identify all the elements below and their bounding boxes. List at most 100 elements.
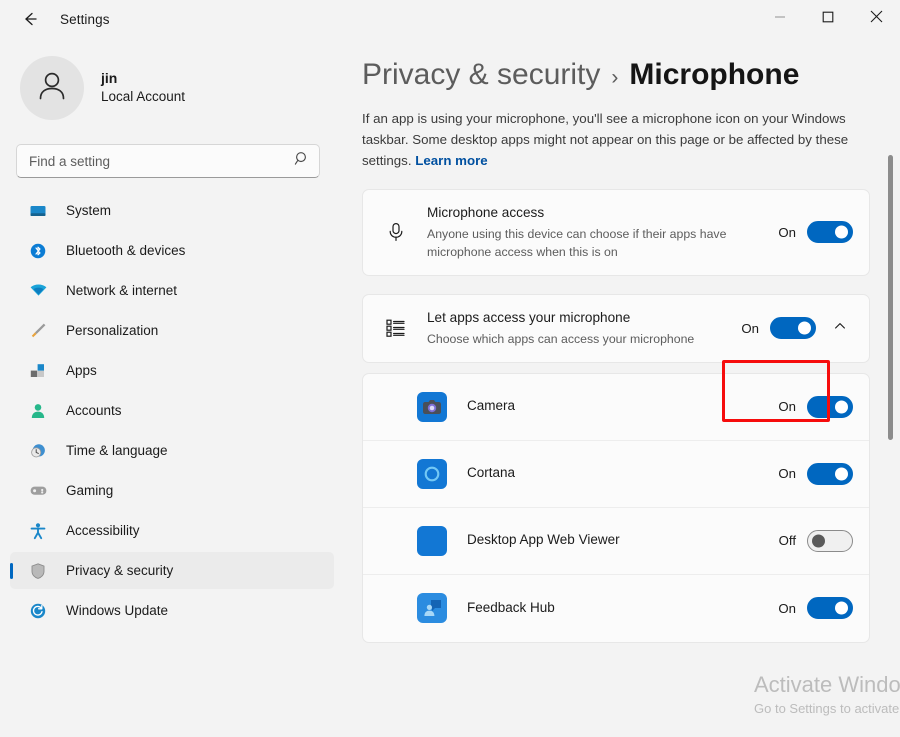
close-icon [870,10,883,28]
app-toggle-state: On [778,466,796,482]
sidebar-item-system[interactable]: System [10,192,334,229]
microphone-access-trailing: On [776,221,853,244]
microphone-access-toggle[interactable] [807,221,853,244]
feedback-hub-icon [417,593,447,624]
app-name: Camera [467,398,516,414]
account-icon [28,401,48,421]
toggle-knob [835,225,848,239]
let-apps-access-texts: Let apps access your microphone Choose w… [427,309,739,348]
accessibility-icon [28,521,48,541]
table-row[interactable]: Cortana On [363,441,869,508]
app-toggle-group: On [776,395,853,418]
table-row[interactable]: Feedback Hub On [363,575,869,642]
desktop-app-web-viewer-icon [417,525,447,556]
microphone-access-texts: Microphone access Anyone using this devi… [427,204,776,261]
sidebar-item-label: System [66,203,112,218]
let-apps-access-toggle[interactable] [770,317,816,340]
sidebar-item-network-internet[interactable]: Network & internet [10,272,334,309]
let-apps-access-row[interactable]: Let apps access your microphone Choose w… [363,295,869,362]
toggle-knob [835,400,848,414]
app-toggle[interactable] [807,597,853,620]
sidebar-item-label: Accessibility [66,523,140,538]
app-permission-list: Camera On Cortana On Desktop App Web Vie… [362,372,870,643]
camera-app-icon [417,391,447,422]
sidebar-item-personalization[interactable]: Personalization [10,312,334,349]
scrollbar-thumb[interactable] [888,155,893,440]
cortana-app-icon [417,458,447,489]
paintbrush-icon [28,321,48,341]
search-container [16,144,320,178]
back-button[interactable] [14,3,46,35]
app-toggle-state: On [778,600,796,616]
microphone-access-toggle-state: On [778,224,796,240]
monitor-icon [28,201,48,221]
sidebar-item-label: Personalization [66,323,159,338]
minimize-icon [774,10,786,28]
microphone-icon [383,221,409,243]
page-title: Microphone [629,58,800,91]
microphone-access-row[interactable]: Microphone access Anyone using this devi… [363,190,869,275]
window-title: Settings [60,11,110,27]
maximize-icon [822,10,834,28]
table-row[interactable]: Desktop App Web Viewer Off [363,508,869,575]
sidebar-item-label: Time & language [66,443,168,458]
sidebar-item-accessibility[interactable]: Accessibility [10,512,334,549]
settings-window: Settings jin Local Account Find a settin… [0,0,900,737]
microphone-access-title: Microphone access [427,205,545,220]
bluetooth-icon [28,241,48,261]
apps-icon [28,361,48,381]
account-text: jin Local Account [101,69,185,106]
account-card[interactable]: jin Local Account [20,56,340,120]
breadcrumb-parent[interactable]: Privacy & security [362,58,600,92]
minimize-button[interactable] [756,0,804,38]
sidebar-item-gaming[interactable]: Gaming [10,472,334,509]
navigation-list: System Bluetooth & devices Network & int… [0,192,340,629]
sidebar-item-privacy-security[interactable]: Privacy & security [10,552,334,589]
app-toggle[interactable] [807,395,853,418]
toggle-knob [798,321,811,335]
app-toggle-group: Off [776,529,853,552]
sidebar-item-windows-update[interactable]: Windows Update [10,592,334,629]
let-apps-access-title: Let apps access your microphone [427,309,631,325]
back-arrow-icon [21,10,39,28]
clock-globe-icon [28,441,48,461]
sidebar-item-label: Network & internet [66,283,178,298]
close-button[interactable] [852,0,900,38]
avatar [20,56,84,120]
app-toggle[interactable] [807,462,853,485]
app-toggle-state: On [778,399,796,415]
toggle-knob [835,467,848,481]
toggle-knob [812,534,825,548]
title-bar: Settings [0,0,900,38]
let-apps-access-card: Let apps access your microphone Choose w… [362,293,870,363]
sidebar-item-label: Accounts [66,403,122,418]
sidebar-item-time-language[interactable]: Time & language [10,432,334,469]
let-apps-access-toggle-state: On [741,320,759,336]
window-controls [756,0,900,38]
list-icon [383,318,409,338]
sidebar-item-apps[interactable]: Apps [10,352,334,389]
table-row[interactable]: Camera On [363,374,869,441]
account-type: Local Account [101,89,186,105]
breadcrumb: Privacy & security › Microphone [362,58,900,92]
account-name: jin [101,70,118,87]
toggle-knob [835,601,848,615]
microphone-access-card: Microphone access Anyone using this devi… [362,189,870,276]
refresh-icon [28,601,48,621]
app-toggle-state: Off [778,533,796,549]
sidebar: jin Local Account Sy [0,38,340,737]
sidebar-item-label: Privacy & security [66,563,174,578]
expand-collapse-button[interactable] [827,315,853,341]
search-input[interactable] [16,144,320,178]
app-toggle[interactable] [807,529,853,552]
sidebar-item-bluetooth-devices[interactable]: Bluetooth & devices [10,232,334,269]
person-avatar-icon [32,66,72,111]
maximize-button[interactable] [804,0,852,38]
learn-more-link[interactable]: Learn more [415,153,487,168]
sidebar-item-label: Apps [66,363,97,378]
microphone-access-subtitle: Anyone using this device can choose if t… [427,226,727,259]
sidebar-item-accounts[interactable]: Accounts [10,392,334,429]
sidebar-item-label: Bluetooth & devices [66,243,186,258]
content-scrollbar[interactable] [884,38,896,737]
breadcrumb-separator-icon: › [611,66,619,89]
